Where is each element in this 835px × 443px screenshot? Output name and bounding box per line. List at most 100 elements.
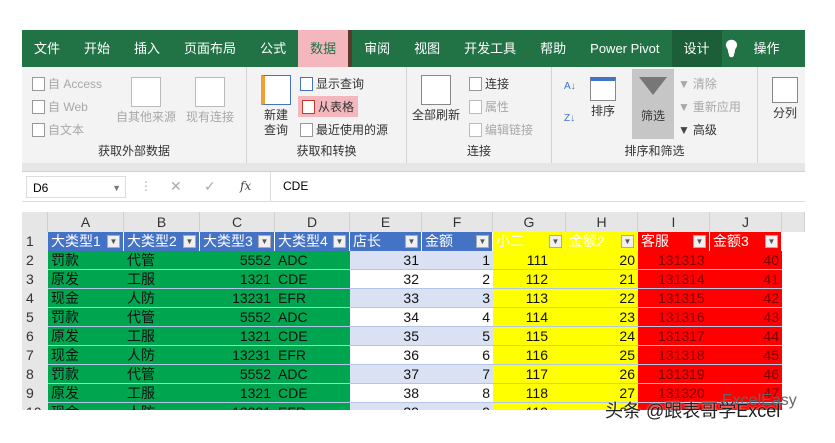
table-cell[interactable]: 5552 <box>200 308 275 327</box>
table-cell[interactable]: 现金 <box>48 403 124 410</box>
table-cell[interactable]: 3 <box>422 289 493 308</box>
table-cell[interactable]: 13231 <box>200 403 275 410</box>
row-header-2[interactable]: 2 <box>22 251 48 270</box>
column-header-G[interactable]: G <box>493 212 566 232</box>
row-header-6[interactable]: 6 <box>22 327 48 346</box>
table-cell[interactable]: 1321 <box>200 327 275 346</box>
column-header-empty[interactable] <box>782 212 805 232</box>
table-cell[interactable]: 5552 <box>200 365 275 384</box>
filter-dropdown-icon[interactable]: ▼ <box>405 235 418 248</box>
tab-9[interactable]: 帮助 <box>528 30 578 67</box>
table-cell[interactable]: 46 <box>710 365 782 384</box>
from-other-sources-button[interactable]: 自其他来源 <box>114 77 178 125</box>
table-cell[interactable]: ADC <box>275 365 350 384</box>
table-cell[interactable]: 罚款 <box>48 308 124 327</box>
table-cell[interactable]: 43 <box>710 308 782 327</box>
table-cell[interactable]: 1321 <box>200 270 275 289</box>
tab-7[interactable]: 视图 <box>402 30 452 67</box>
table-cell[interactable]: 罚款 <box>48 365 124 384</box>
table-cell[interactable]: EFR <box>275 346 350 365</box>
table-cell[interactable]: 117 <box>493 365 566 384</box>
table-cell[interactable]: 21 <box>566 270 638 289</box>
row-header-8[interactable]: 8 <box>22 365 48 384</box>
table-cell[interactable]: 114 <box>493 308 566 327</box>
table-cell[interactable]: 20 <box>566 251 638 270</box>
column-header-I[interactable]: I <box>638 212 710 232</box>
table-cell[interactable]: 7 <box>422 365 493 384</box>
table-cell[interactable]: 119 <box>493 403 566 410</box>
table-cell[interactable]: 45 <box>710 346 782 365</box>
text-to-columns-button[interactable]: 分列 <box>768 77 802 121</box>
table-cell[interactable]: CDE <box>275 270 350 289</box>
filter-dropdown-icon[interactable]: ▼ <box>765 235 778 248</box>
from-table-button[interactable]: 从表格 <box>298 96 359 117</box>
tab-2[interactable]: 插入 <box>122 30 172 67</box>
column-header-J[interactable]: J <box>710 212 782 232</box>
tab-0[interactable]: 文件 <box>22 30 72 67</box>
new-query-button[interactable]: 新建 查询 <box>255 75 297 138</box>
advanced-filter-button[interactable]: ▼ 高级 <box>678 121 717 138</box>
table-cell[interactable]: 现金 <box>48 289 124 308</box>
existing-connections-button[interactable]: 现有连接 <box>184 77 236 125</box>
table-cell[interactable]: CDE <box>275 327 350 346</box>
table-cell[interactable]: 24 <box>566 327 638 346</box>
table-cell[interactable]: 113 <box>493 289 566 308</box>
table-cell[interactable]: 116 <box>493 346 566 365</box>
table-cell[interactable]: 原发 <box>48 384 124 403</box>
table-cell[interactable]: 131315 <box>638 289 710 308</box>
table-cell[interactable]: 39 <box>350 403 422 410</box>
properties-button[interactable]: 属性 <box>469 98 509 115</box>
tab-8[interactable]: 开发工具 <box>452 30 528 67</box>
table-cell[interactable]: CDE <box>275 384 350 403</box>
table-cell[interactable]: 38 <box>350 384 422 403</box>
table-cell[interactable]: 25 <box>566 346 638 365</box>
filter-dropdown-icon[interactable]: ▼ <box>258 235 271 248</box>
formula-input[interactable]: CDE <box>270 172 805 202</box>
table-cell[interactable]: 131313 <box>638 251 710 270</box>
refresh-all-button[interactable]: 全部刷新 <box>411 75 461 123</box>
show-queries-button[interactable]: 显示查询 <box>300 75 364 92</box>
from-text-button[interactable]: 自文本 <box>32 121 84 138</box>
column-header-D[interactable]: D <box>275 212 350 232</box>
column-header-C[interactable]: C <box>200 212 275 232</box>
table-cell[interactable]: 31 <box>350 251 422 270</box>
connections-button[interactable]: 连接 <box>469 75 509 92</box>
table-cell[interactable]: 代管 <box>124 365 200 384</box>
table-cell[interactable]: 4 <box>422 308 493 327</box>
row-header-5[interactable]: 5 <box>22 308 48 327</box>
table-cell[interactable]: EFR <box>275 403 350 410</box>
tab-3[interactable]: 页面布局 <box>172 30 248 67</box>
table-cell[interactable]: 5 <box>422 327 493 346</box>
table-cell[interactable]: 工服 <box>124 327 200 346</box>
table-cell[interactable]: 40 <box>710 251 782 270</box>
clear-filter-button[interactable]: ▼ 清除 <box>678 75 717 92</box>
row-header-4[interactable]: 4 <box>22 289 48 308</box>
filter-button[interactable]: 筛选 <box>632 69 674 139</box>
recent-sources-button[interactable]: 最近使用的源 <box>300 121 388 138</box>
tab-12[interactable]: 操作 <box>741 30 791 67</box>
table-cell[interactable]: 工服 <box>124 270 200 289</box>
insert-function-icon[interactable]: fx <box>240 179 251 193</box>
table-cell[interactable]: 代管 <box>124 251 200 270</box>
sort-a-z-button[interactable]: A↓ <box>564 81 576 92</box>
filter-dropdown-icon[interactable]: ▼ <box>333 235 346 248</box>
tab-4[interactable]: 公式 <box>248 30 298 67</box>
table-cell[interactable]: 44 <box>710 327 782 346</box>
table-cell[interactable]: 35 <box>350 327 422 346</box>
sort-button[interactable]: 排序 <box>588 77 618 119</box>
table-cell[interactable]: 6 <box>422 346 493 365</box>
tab-11[interactable]: 设计 <box>671 30 722 67</box>
enter-icon[interactable]: ✓ <box>204 178 216 195</box>
row-header-7[interactable]: 7 <box>22 346 48 365</box>
reapply-button[interactable]: ▼ 重新应用 <box>678 98 741 115</box>
filter-dropdown-icon[interactable]: ▼ <box>549 235 562 248</box>
table-cell[interactable]: 2 <box>422 270 493 289</box>
table-cell[interactable]: 人防 <box>124 346 200 365</box>
column-header-A[interactable]: A <box>48 212 124 232</box>
name-box[interactable]: D6 ▼ <box>26 176 126 198</box>
column-header-F[interactable]: F <box>422 212 493 232</box>
column-header-B[interactable]: B <box>124 212 200 232</box>
table-cell[interactable]: 111 <box>493 251 566 270</box>
table-cell[interactable]: 131316 <box>638 308 710 327</box>
column-header-H[interactable]: H <box>566 212 638 232</box>
